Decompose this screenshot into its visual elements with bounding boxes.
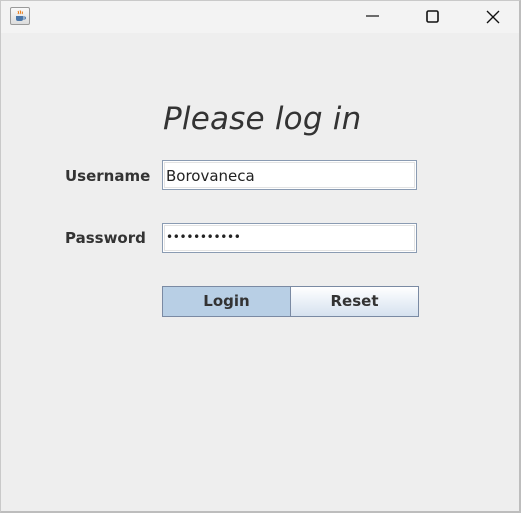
password-field[interactable]: ••••••••••• [162,223,417,253]
username-field[interactable]: Borovaneca [162,160,417,190]
minimize-button[interactable] [349,1,395,31]
minimize-icon [366,15,379,17]
login-button[interactable]: Login [162,286,291,317]
title-bar[interactable] [1,1,519,33]
close-button[interactable] [469,1,515,31]
maximize-button[interactable] [409,1,455,31]
login-heading: Please log in [163,101,362,137]
maximize-icon [426,10,439,23]
close-icon [486,10,500,24]
username-value: Borovaneca [166,167,255,185]
password-label: Password [65,229,146,247]
username-label: Username [65,167,151,185]
reset-button[interactable]: Reset [290,286,419,317]
login-window: Please log in Username Borovaneca Passwo… [0,0,521,513]
password-value: ••••••••••• [166,230,241,244]
java-cup-icon[interactable] [10,7,30,25]
